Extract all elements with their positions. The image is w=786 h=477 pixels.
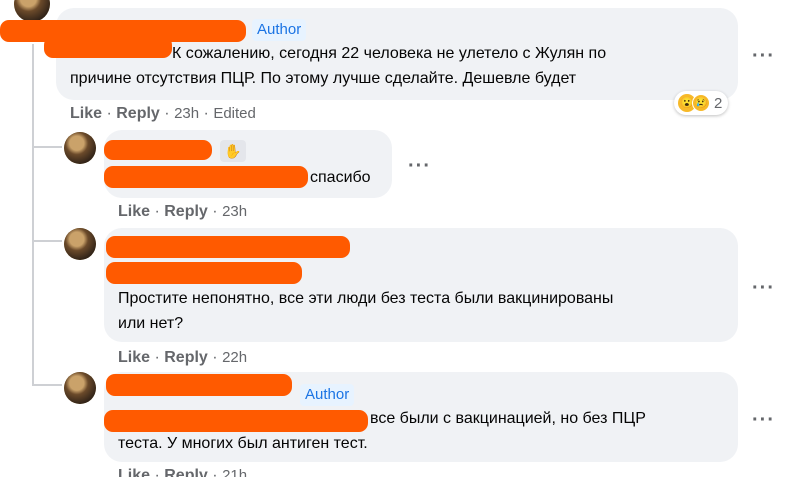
author-badge: Author	[252, 19, 307, 41]
separator: ·	[212, 349, 218, 366]
comment-actions: Like · Reply · 22h	[118, 348, 247, 368]
redacted-author-name	[104, 140, 212, 160]
thread-line	[32, 44, 34, 384]
comment-actions: Like · Reply · 23h	[118, 202, 247, 222]
reply-button[interactable]: Reply	[116, 105, 160, 122]
more-options-button[interactable]: ···	[752, 278, 775, 298]
avatar[interactable]	[14, 0, 50, 22]
sad-icon: 😢	[692, 94, 710, 112]
more-options-button[interactable]: ···	[752, 46, 775, 66]
more-options-button[interactable]: ···	[408, 156, 431, 176]
redacted-text	[44, 36, 172, 58]
comment-text-line: все были с вакцинацией, но без ПЦР	[370, 410, 646, 427]
edited-label[interactable]: Edited	[213, 105, 256, 122]
avatar[interactable]	[64, 228, 96, 260]
timestamp[interactable]: 21h	[222, 467, 247, 477]
comment-text-line: причине отсутствия ПЦР. По этому лучше с…	[70, 70, 577, 87]
timestamp[interactable]: 22h	[222, 349, 247, 366]
comment-text-line: теста. У многих был антиген тест.	[118, 435, 368, 452]
timestamp[interactable]: 23h	[222, 203, 247, 220]
separator: ·	[154, 203, 160, 220]
separator: ·	[154, 467, 160, 477]
thread-branch	[32, 240, 62, 242]
avatar[interactable]	[64, 132, 96, 164]
separator: ·	[203, 105, 209, 122]
comment-actions: Like · Reply · 23h · Edited	[70, 104, 256, 124]
redacted-text	[104, 410, 368, 432]
redacted-text	[106, 262, 302, 284]
comment-text-line: или нет?	[118, 315, 184, 332]
reactions-summary[interactable]: 😮 😢 2	[674, 91, 729, 115]
comment-text-line: К сожалению, сегодня 22 человека не улет…	[172, 45, 607, 62]
timestamp[interactable]: 23h	[174, 105, 199, 122]
like-button[interactable]: Like	[118, 203, 150, 220]
comment-text-line: Простите непонятно, все эти люди без тес…	[118, 290, 614, 307]
separator: ·	[212, 203, 218, 220]
reply-button[interactable]: Reply	[164, 349, 208, 366]
comment-actions: Like · Reply · 21h	[118, 466, 247, 477]
redacted-text	[104, 166, 308, 188]
separator: ·	[154, 349, 160, 366]
comment-text-line: спасибо	[310, 169, 371, 186]
avatar[interactable]	[64, 372, 96, 404]
separator: ·	[164, 105, 170, 122]
redacted-author-name	[106, 236, 350, 258]
separator: ·	[106, 105, 112, 122]
thread-branch	[32, 146, 62, 148]
reaction-count: 2	[714, 94, 723, 112]
reply-button[interactable]: Reply	[164, 467, 208, 477]
like-button[interactable]: Like	[70, 105, 102, 122]
like-button[interactable]: Like	[118, 349, 150, 366]
reply-button[interactable]: Reply	[164, 203, 208, 220]
like-button[interactable]: Like	[118, 467, 150, 477]
more-options-button[interactable]: ···	[752, 410, 775, 430]
redacted-author-name	[106, 374, 292, 396]
author-badge: Author	[300, 384, 355, 406]
wave-icon: ✋	[220, 140, 246, 162]
separator: ·	[212, 467, 218, 477]
thread-branch	[32, 384, 62, 386]
